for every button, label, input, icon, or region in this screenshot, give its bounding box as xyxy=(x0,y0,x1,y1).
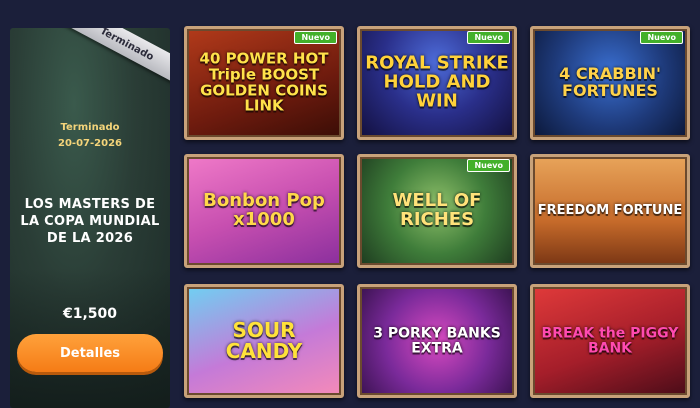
game-title: ROYAL STRIKE HOLD AND WIN xyxy=(365,52,509,112)
game-tile[interactable]: FREEDOM FORTUNE xyxy=(530,154,690,268)
game-tile[interactable]: Bonbon Pop x1000 xyxy=(184,154,344,268)
game-tile[interactable]: ROYAL STRIKE HOLD AND WIN Nuevo xyxy=(357,26,517,140)
game-title: FREEDOM FORTUNE xyxy=(537,203,683,219)
new-badge: Nuevo xyxy=(467,31,510,44)
game-title: 4 CRABBIN' FORTUNES xyxy=(559,64,661,100)
game-title: SOUR CANDY xyxy=(225,318,303,363)
game-tile[interactable]: 40 POWER HOT Triple BOOST GOLDEN COINS L… xyxy=(184,26,344,140)
new-badge: Nuevo xyxy=(294,31,337,44)
status-ribbon-label: Terminado xyxy=(55,28,170,90)
status-ribbon: Terminado xyxy=(55,28,170,98)
details-button[interactable]: Detalles xyxy=(17,334,163,372)
game-title: WELL OF RICHES xyxy=(392,190,482,230)
tournament-title: LOS MASTERS DE LA COPA MUNDIAL DE LA 202… xyxy=(20,197,160,246)
new-badge: Nuevo xyxy=(467,159,510,172)
game-title: Bonbon Pop x1000 xyxy=(203,190,325,230)
game-title: BREAK the PIGGY BANK xyxy=(541,325,679,356)
tournament-prize: €1,500 xyxy=(62,306,118,322)
game-tile[interactable]: 4 CRABBIN' FORTUNES Nuevo xyxy=(530,26,690,140)
tournament-date: 20-07-2026 xyxy=(58,138,122,149)
new-badge: Nuevo xyxy=(640,31,683,44)
game-title: 3 PORKY BANKS EXTRA xyxy=(373,325,501,356)
game-title: 40 POWER HOT Triple BOOST GOLDEN COINS L… xyxy=(199,49,329,115)
game-tile[interactable]: 3 PORKY BANKS EXTRA xyxy=(357,284,517,398)
tournament-card: Terminado Terminado 20-07-2026 LOS MASTE… xyxy=(10,28,170,408)
game-tile[interactable]: WELL OF RICHES Nuevo xyxy=(357,154,517,268)
game-tile[interactable]: BREAK the PIGGY BANK xyxy=(530,284,690,398)
tournament-status: Terminado xyxy=(60,122,120,133)
game-tile[interactable]: SOUR CANDY xyxy=(184,284,344,398)
